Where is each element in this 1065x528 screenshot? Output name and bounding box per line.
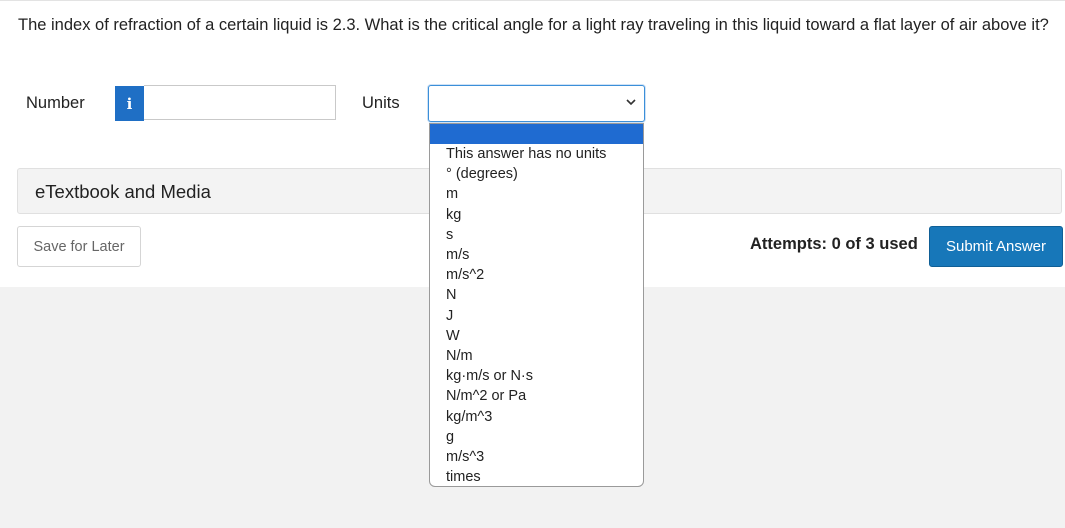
save-for-later-button[interactable]: Save for Later [17,226,141,267]
units-select[interactable] [428,85,645,122]
unit-option[interactable]: s [430,225,643,245]
unit-option[interactable]: times [430,467,643,486]
top-divider [0,0,1065,1]
unit-option[interactable]: m/s^2 [430,265,643,285]
unit-option[interactable]: ° (degrees) [430,164,643,184]
submit-answer-button[interactable]: Submit Answer [929,226,1063,267]
unit-option[interactable]: This answer has no units [430,144,643,164]
unit-option[interactable]: m/s^3 [430,447,643,467]
chevron-down-icon [626,97,636,109]
unit-option[interactable]: kg/m^3 [430,407,643,427]
units-dropdown-list[interactable]: This answer has no units ° (degrees) m k… [429,123,644,487]
unit-option[interactable]: m/s [430,245,643,265]
attempts-counter: Attempts: 0 of 3 used [750,235,918,253]
etextbook-media-label: eTextbook and Media [35,181,211,202]
number-label: Number [26,94,85,112]
unit-option[interactable]: g [430,427,643,447]
units-label: Units [362,94,400,112]
info-icon[interactable]: i [115,86,144,121]
number-input[interactable] [144,85,336,120]
unit-option[interactable]: J [430,306,643,326]
unit-option[interactable]: kg·m/s or N·s [430,366,643,386]
dropdown-highlighted-empty-option[interactable] [430,124,643,144]
question-text: The index of refraction of a certain liq… [18,16,1049,34]
unit-option[interactable]: m [430,184,643,204]
unit-option[interactable]: N/m^2 or Pa [430,386,643,406]
unit-option[interactable]: W [430,326,643,346]
unit-option[interactable]: kg [430,205,643,225]
unit-option[interactable]: N [430,285,643,305]
unit-option[interactable]: N/m [430,346,643,366]
